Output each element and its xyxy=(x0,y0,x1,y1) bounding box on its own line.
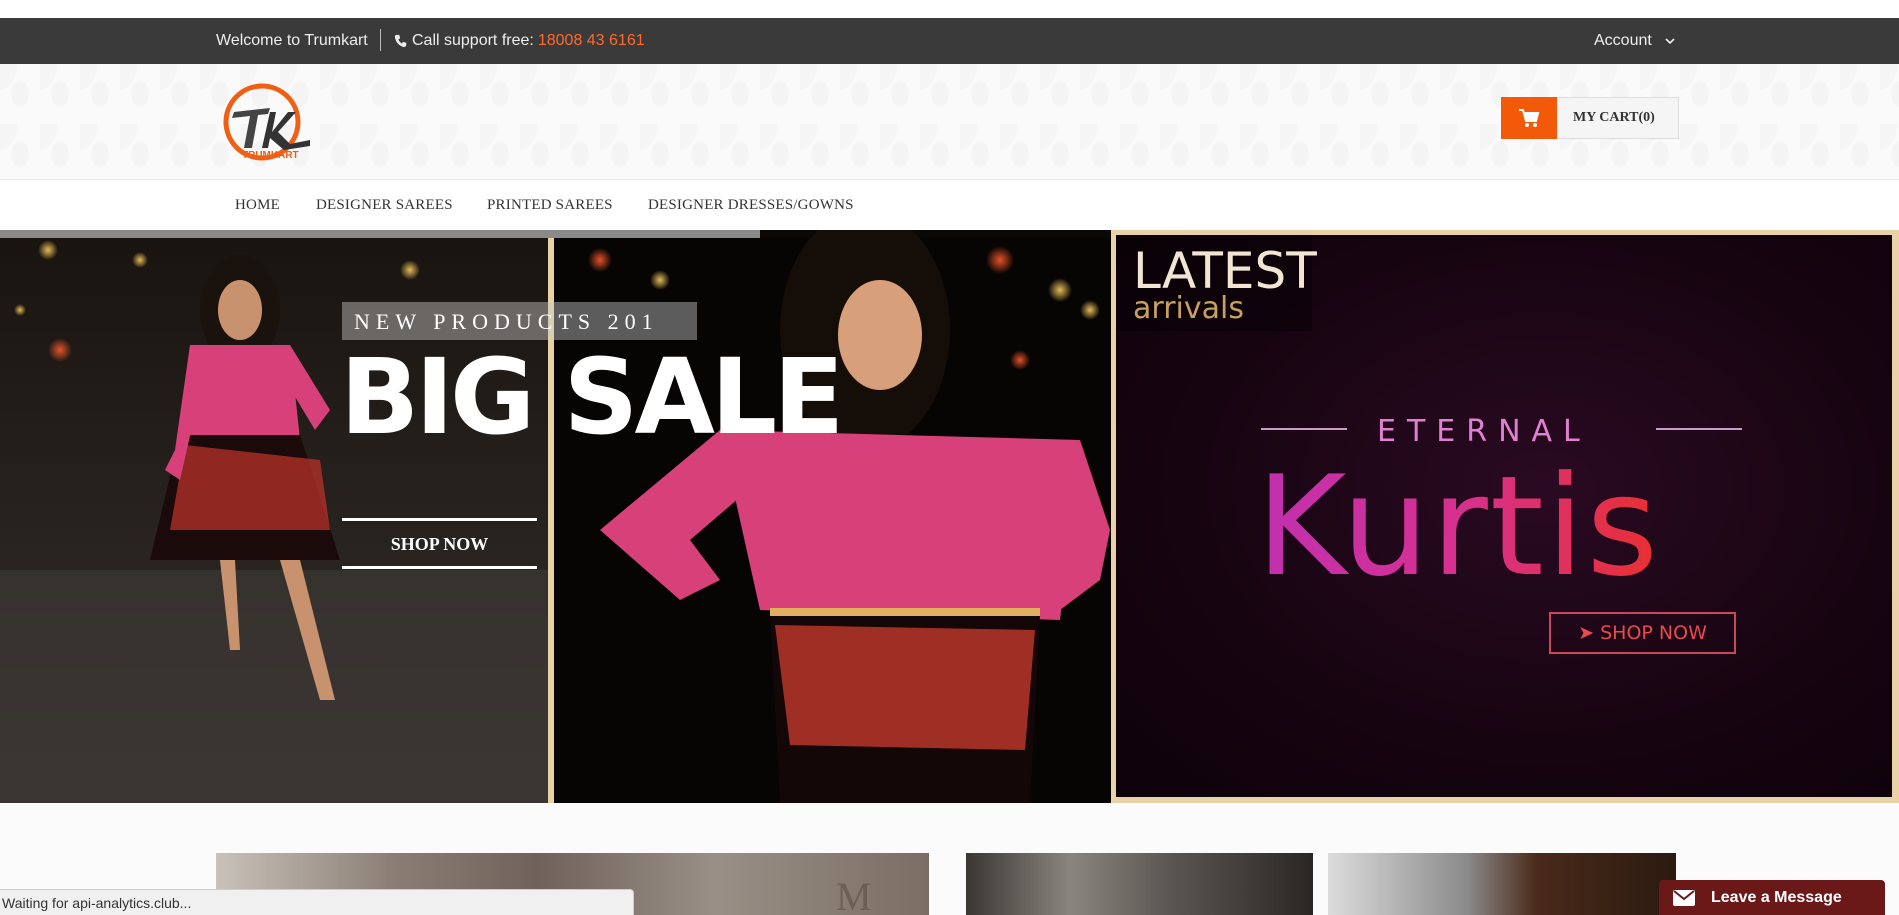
big-sale-headline: BIG SALE xyxy=(340,336,844,458)
support-info: Call support free: 18008 43 6161 xyxy=(394,32,645,50)
kurtis-banner[interactable]: LATEST arrivals ETERNAL Kurtis ➤ SHOP NO… xyxy=(1111,230,1899,803)
welcome-text: Welcome to Trumkart xyxy=(216,32,368,49)
top-bar: Welcome to Trumkart Call support free: 1… xyxy=(0,18,1899,64)
kurtis-headline: Kurtis xyxy=(1256,446,1661,607)
category-tile-2[interactable] xyxy=(966,853,1313,915)
category-tile-3[interactable] xyxy=(1328,853,1676,915)
new-products-text: NEW PRODUCTS 201 xyxy=(354,309,659,334)
cta-bottom-rule xyxy=(342,566,537,569)
nav-item-designer-dresses[interactable]: DESIGNER DRESSES/GOWNS xyxy=(648,197,854,214)
logo-text: TRUMKART xyxy=(242,150,299,161)
chevron-down-icon xyxy=(1665,38,1675,45)
nav-item-home[interactable]: HOME xyxy=(235,197,280,214)
mail-icon xyxy=(1673,889,1695,906)
big-sale-banner[interactable]: NEW PRODUCTS 201 BIG SALE SHOP NOW xyxy=(0,230,1111,803)
latest-label: LATEST xyxy=(1133,242,1317,300)
cart-icon xyxy=(1519,108,1540,127)
nav-item-designer-sarees[interactable]: DESIGNER SAREES xyxy=(316,197,453,214)
eternal-left-rule xyxy=(1261,428,1347,430)
support-label: Call support free: xyxy=(412,32,534,49)
kurtis-shop-now-label: ➤ SHOP NOW xyxy=(1578,622,1707,644)
big-sale-shop-now[interactable]: SHOP NOW xyxy=(342,534,537,555)
main-nav: HOME DESIGNER SAREES PRINTED SAREES DESI… xyxy=(0,180,1899,230)
tile-1-decor: M xyxy=(836,874,872,915)
browser-status-bar: Waiting for api-analytics.club... xyxy=(0,889,634,915)
new-products-tag: NEW PRODUCTS 201 xyxy=(342,302,697,340)
eternal-label: ETERNAL xyxy=(1377,414,1591,449)
cart-label: MY CART(0) xyxy=(1573,110,1655,125)
nav-item-printed-sarees[interactable]: PRINTED SAREES xyxy=(487,197,613,214)
cta-top-rule xyxy=(342,518,537,521)
account-label: Account xyxy=(1594,32,1652,49)
leave-message-button[interactable]: Leave a Message xyxy=(1659,880,1885,915)
top-gap xyxy=(0,0,1899,18)
trumkart-logo[interactable]: TRUMKART xyxy=(218,82,314,166)
arrivals-label: arrivals xyxy=(1133,291,1244,326)
support-phone[interactable]: 18008 43 6161 xyxy=(538,32,645,50)
topbar-divider xyxy=(380,29,381,51)
leave-message-label: Leave a Message xyxy=(1711,888,1842,906)
eternal-right-rule xyxy=(1656,428,1742,430)
cart-button[interactable] xyxy=(1501,96,1557,139)
kurtis-shop-now[interactable]: ➤ SHOP NOW xyxy=(1549,612,1736,654)
site-header: TRUMKART MY CART(0) xyxy=(0,64,1899,180)
phone-icon xyxy=(394,34,407,48)
cart-widget[interactable]: MY CART(0) xyxy=(1501,96,1679,139)
account-menu[interactable]: Account xyxy=(1594,32,1676,50)
